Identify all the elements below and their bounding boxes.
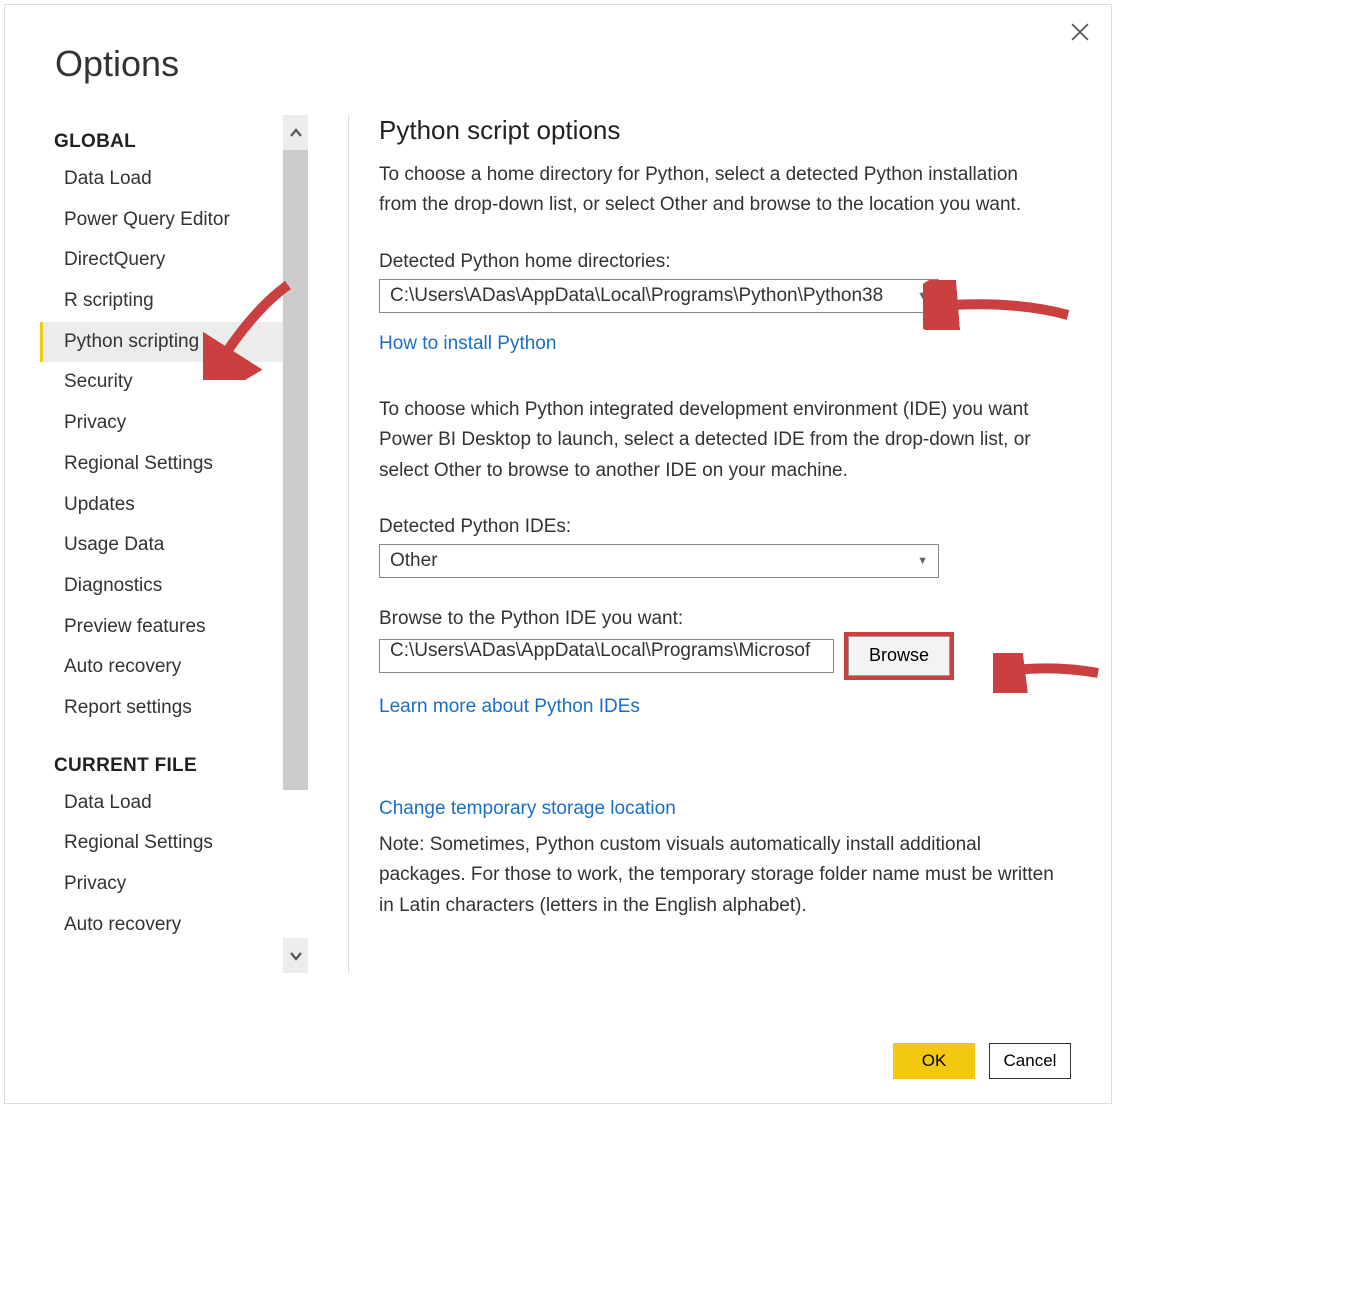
sidebar-section-current-file: CURRENT FILE <box>40 747 283 783</box>
dialog-body: GLOBAL Data Load Power Query Editor Dire… <box>5 115 1111 973</box>
content-heading: Python script options <box>379 115 1061 146</box>
sidebar-item-cf-data-load[interactable]: Data Load <box>40 783 283 824</box>
sidebar-container: GLOBAL Data Load Power Query Editor Dire… <box>40 115 338 973</box>
sidebar-item-cf-privacy[interactable]: Privacy <box>40 864 283 905</box>
sidebar-item-cf-auto-recovery[interactable]: Auto recovery <box>40 905 283 946</box>
storage-note: Note: Sometimes, Python custom visuals a… <box>379 830 1061 921</box>
sidebar-item-security[interactable]: Security <box>40 362 283 403</box>
sidebar-item-privacy[interactable]: Privacy <box>40 403 283 444</box>
sidebar-item-r-scripting[interactable]: R scripting <box>40 281 283 322</box>
chevron-up-icon <box>289 128 303 138</box>
home-dir-dropdown[interactable]: C:\Users\ADas\AppData\Local\Programs\Pyt… <box>379 279 939 313</box>
content-intro: To choose a home directory for Python, s… <box>379 160 1061 221</box>
sidebar-item-preview-features[interactable]: Preview features <box>40 607 283 648</box>
sidebar-item-diagnostics[interactable]: Diagnostics <box>40 566 283 607</box>
vertical-divider <box>348 115 349 973</box>
sidebar-item-python-scripting[interactable]: Python scripting <box>40 322 283 363</box>
cancel-button[interactable]: Cancel <box>989 1043 1071 1079</box>
close-icon <box>1071 23 1089 41</box>
install-python-link[interactable]: How to install Python <box>379 333 556 355</box>
ide-intro: To choose which Python integrated develo… <box>379 395 1061 486</box>
ide-path-input[interactable]: C:\Users\ADas\AppData\Local\Programs\Mic… <box>379 639 834 673</box>
ide-dropdown[interactable]: Other ▼ <box>379 544 939 578</box>
home-dir-label: Detected Python home directories: <box>379 251 1061 273</box>
caret-down-icon: ▼ <box>917 290 928 302</box>
sidebar-item-cf-regional-settings[interactable]: Regional Settings <box>40 823 283 864</box>
learn-more-ides-link[interactable]: Learn more about Python IDEs <box>379 696 640 718</box>
caret-down-icon: ▼ <box>917 555 928 567</box>
sidebar-item-usage-data[interactable]: Usage Data <box>40 525 283 566</box>
scroll-up-button[interactable] <box>283 115 308 150</box>
sidebar-item-report-settings[interactable]: Report settings <box>40 688 283 729</box>
ok-button[interactable]: OK <box>893 1043 975 1079</box>
close-button[interactable] <box>1071 23 1089 46</box>
sidebar-item-power-query-editor[interactable]: Power Query Editor <box>40 200 283 241</box>
browse-label: Browse to the Python IDE you want: <box>379 608 1061 630</box>
ide-label: Detected Python IDEs: <box>379 516 1061 538</box>
browse-row: C:\Users\ADas\AppData\Local\Programs\Mic… <box>379 636 1061 676</box>
scroll-down-button[interactable] <box>283 938 308 973</box>
home-dir-value: C:\Users\ADas\AppData\Local\Programs\Pyt… <box>390 285 883 307</box>
sidebar-item-directquery[interactable]: DirectQuery <box>40 240 283 281</box>
change-storage-link[interactable]: Change temporary storage location <box>379 798 676 820</box>
sidebar-item-updates[interactable]: Updates <box>40 485 283 526</box>
dialog-footer: OK Cancel <box>893 1043 1071 1079</box>
ide-value: Other <box>390 550 438 572</box>
sidebar: GLOBAL Data Load Power Query Editor Dire… <box>40 115 283 973</box>
sidebar-item-regional-settings[interactable]: Regional Settings <box>40 444 283 485</box>
content-panel: Python script options To choose a home d… <box>379 115 1111 973</box>
scroll-thumb[interactable] <box>283 150 308 790</box>
sidebar-item-auto-recovery[interactable]: Auto recovery <box>40 647 283 688</box>
sidebar-scrollbar[interactable] <box>283 115 308 973</box>
sidebar-item-data-load[interactable]: Data Load <box>40 159 283 200</box>
options-dialog: Options GLOBAL Data Load Power Query Edi… <box>4 4 1112 1104</box>
sidebar-section-global: GLOBAL <box>40 123 283 159</box>
browse-button[interactable]: Browse <box>848 636 950 676</box>
dialog-title: Options <box>5 5 1111 85</box>
chevron-down-icon <box>289 951 303 961</box>
